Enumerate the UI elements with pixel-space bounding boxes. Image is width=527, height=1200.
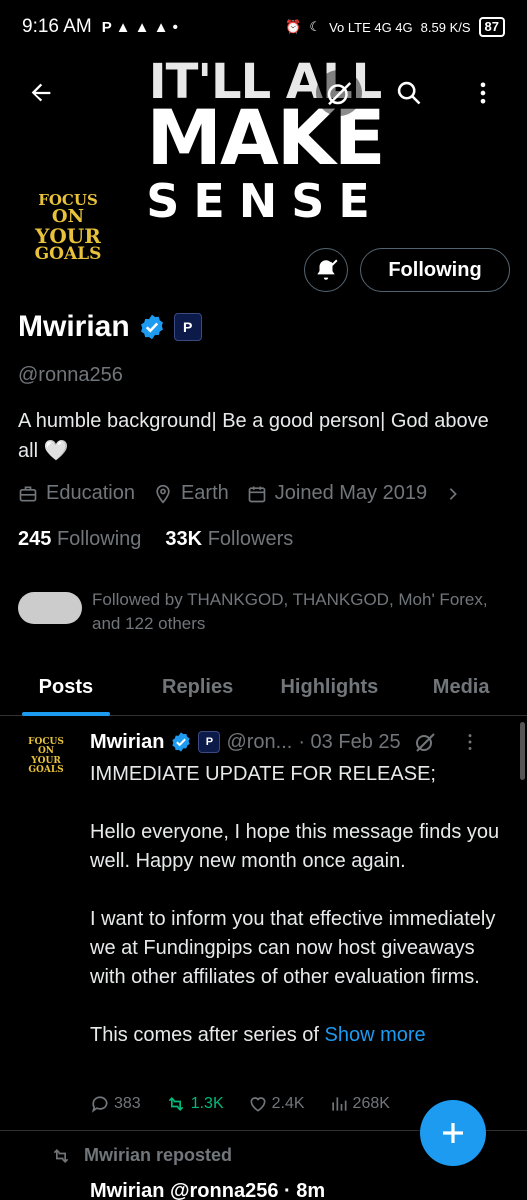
post-avatar[interactable]: FOCUS ON YOUR GOALS [28, 737, 64, 782]
follow-counts: 245 Following 33K Followers [18, 528, 293, 551]
location-item: Earth [153, 482, 229, 505]
post-text: IMMEDIATE UPDATE FOR RELEASE; Hello ever… [90, 760, 510, 1079]
search-icon [397, 81, 421, 105]
briefcase-icon [19, 486, 37, 501]
system-icons: ⏰ ☾ Vo LTE 4G 4G 8.59 K/S 87 [285, 17, 505, 37]
post-paragraph-last: This comes after series of Show more [90, 1021, 510, 1050]
avatar-text-4: GOALS [34, 244, 102, 264]
affiliate-badge[interactable]: P [173, 313, 202, 341]
network-indicator: Vo LTE 4G 4G [329, 19, 413, 35]
more-options-button[interactable] [460, 70, 506, 116]
post-paragraph: Hello everyone, I hope this message find… [90, 821, 500, 872]
followed-by-text: Followed by THANKGOD, THANKGOD, Moh' For… [92, 590, 488, 633]
repost-icon [53, 1148, 69, 1163]
profile-bio: A humble background| Be a good person| G… [18, 410, 489, 462]
back-button[interactable] [18, 70, 64, 116]
battery-icon: 87 [478, 17, 505, 37]
post-author-name[interactable]: Mwirian [90, 731, 164, 754]
compose-post-button[interactable] [420, 1100, 486, 1166]
status-time: 9:16 AM [22, 16, 92, 37]
bell-check-icon [317, 259, 338, 280]
repost-count: 1.3K [190, 1095, 224, 1112]
profile-name-row: Mwirian P [18, 310, 202, 344]
views-count: 268K [352, 1095, 390, 1112]
post-paragraph: IMMEDIATE UPDATE FOR RELEASE; [90, 763, 436, 785]
grok-icon[interactable] [413, 730, 437, 754]
repost-button[interactable]: 1.3K [165, 1094, 224, 1114]
grok-icon [327, 82, 352, 106]
followers-label: Followers [207, 528, 294, 550]
reply-icon [91, 1096, 108, 1113]
profile-meta: Education Earth Joined May 2019 [18, 482, 461, 505]
joined-label: Joined May 2019 [274, 482, 428, 504]
reply-button[interactable]: 383 [90, 1094, 141, 1114]
repost-icon [168, 1096, 183, 1112]
search-button[interactable] [386, 70, 432, 116]
repost-indicator: Mwirian reposted [50, 1145, 232, 1166]
post-date: · 03 Feb 25 [298, 730, 401, 753]
views-chart-icon [331, 1097, 347, 1111]
alarm-icon: ⏰ [285, 19, 302, 34]
verified-badge-icon[interactable] [138, 313, 166, 341]
banner-line-2: MAKE [146, 93, 385, 182]
post-paragraph: I want to inform you that effective imme… [90, 908, 496, 988]
category-item: Education [18, 482, 135, 505]
avatar-text-3: YOUR [35, 224, 101, 248]
profile-handle: @ronna256 [18, 364, 123, 386]
post-avatar-text-4: GOALS [28, 765, 64, 776]
notification-icons: P ▲ ▲ ▲ • [101, 18, 178, 36]
reply-count: 383 [114, 1095, 141, 1112]
plus-icon [443, 1123, 463, 1143]
location-label: Earth [180, 482, 229, 504]
more-vertical-icon [480, 82, 486, 104]
grok-button[interactable] [316, 70, 362, 116]
verified-badge-icon [172, 732, 191, 752]
followed-by-row[interactable]: Followed by THANKGOD, THANKGOD, Moh' For… [18, 588, 508, 636]
category-label: Education [46, 482, 135, 504]
calendar-icon [248, 486, 266, 502]
post-header: Mwirian P @ron... · 03 Feb 25 [90, 730, 481, 754]
tab-media[interactable]: Media [395, 660, 527, 715]
post-last-line: This comes after series of [90, 1024, 325, 1046]
followers-avatars [18, 592, 82, 624]
post-affiliate-badge: P [198, 731, 221, 753]
show-more-link[interactable]: Show more [325, 1024, 426, 1046]
scrollbar[interactable] [520, 722, 525, 780]
chevron-right-icon[interactable] [445, 486, 461, 502]
location-pin-icon [156, 484, 170, 504]
followers-count: 33K [165, 528, 203, 550]
tab-highlights[interactable]: Highlights [264, 660, 396, 715]
tab-replies[interactable]: Replies [132, 660, 264, 715]
views-button[interactable]: 268K [329, 1094, 390, 1114]
following-count: 245 [18, 528, 52, 550]
moon-icon: ☾ [309, 19, 322, 34]
like-button[interactable]: 2.4K [248, 1094, 305, 1114]
notifications-bell-button[interactable] [304, 248, 348, 292]
followers-count-link[interactable]: 33K Followers [165, 528, 293, 551]
joined-item: Joined May 2019 [247, 482, 427, 505]
following-button[interactable]: Following [360, 248, 510, 292]
like-count: 2.4K [271, 1095, 305, 1112]
profile-avatar[interactable]: FOCUS ON YOUR GOALS [18, 178, 118, 278]
heart-icon [250, 1097, 266, 1112]
display-name: Mwirian [18, 310, 130, 343]
data-speed: 8.59 K/S [420, 19, 471, 35]
banner-line-3: SENSE [146, 174, 384, 228]
profile-tabs: Posts Replies Highlights Media [0, 660, 527, 716]
tab-posts[interactable]: Posts [0, 660, 132, 716]
following-label: Following [56, 528, 142, 550]
post-author-handle: @ron... [226, 730, 293, 753]
next-post-header[interactable]: Mwirian @ronna256 · 8m [90, 1180, 325, 1200]
repost-label: Mwirian reposted [84, 1145, 233, 1165]
back-arrow-icon [31, 83, 51, 102]
more-vertical-icon[interactable] [459, 731, 481, 753]
following-count-link[interactable]: 245 Following [18, 528, 141, 551]
status-bar: 9:16 AM P ▲ ▲ ▲ • ⏰ ☾ Vo LTE 4G 4G 8.59 … [0, 0, 527, 54]
